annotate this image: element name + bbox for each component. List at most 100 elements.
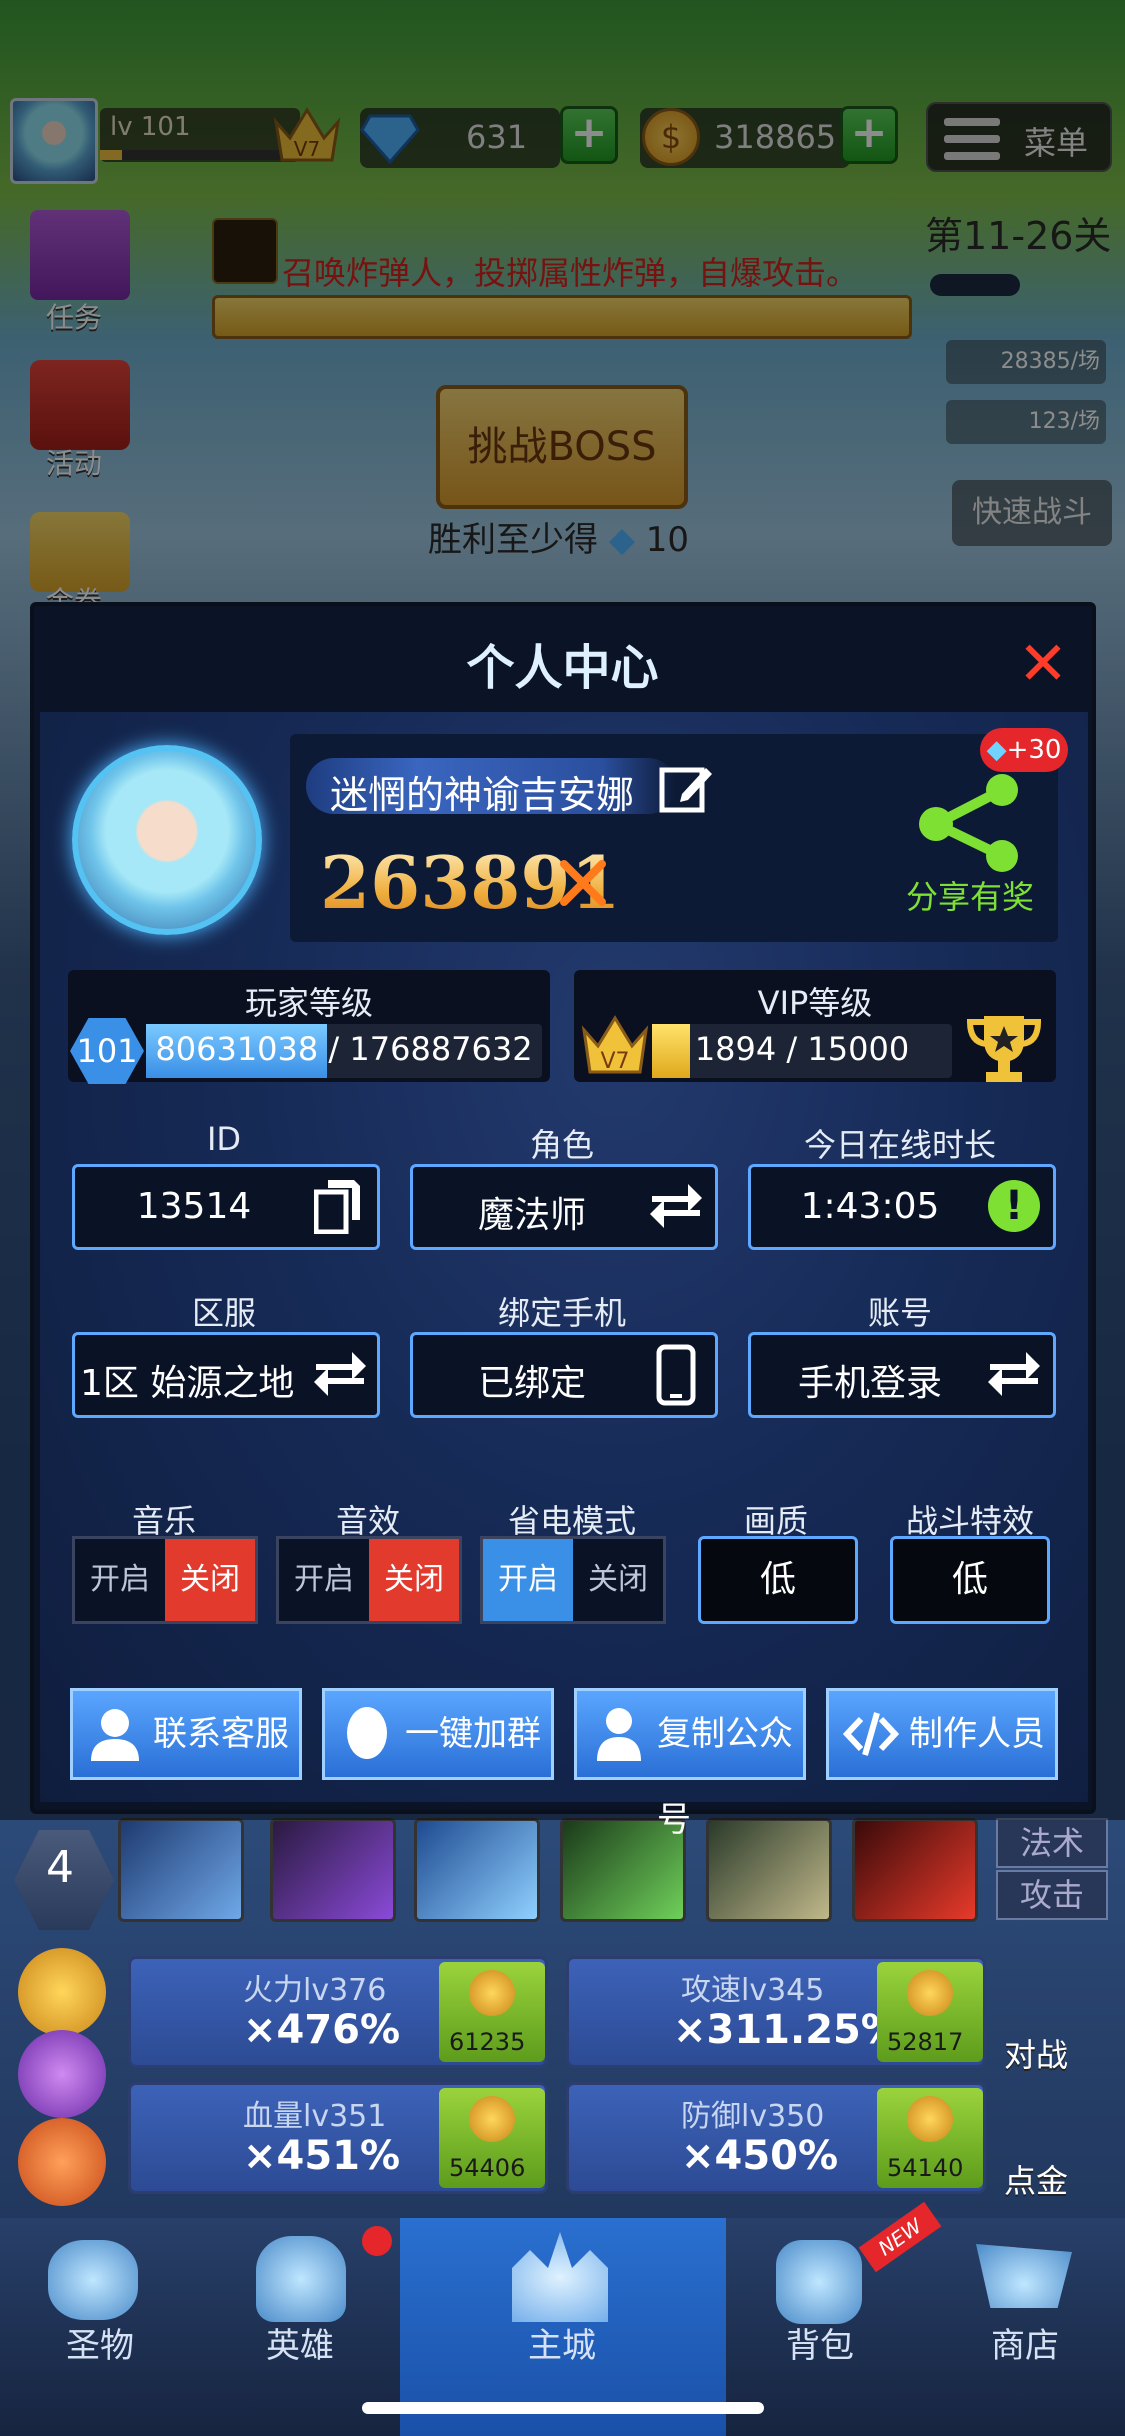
share-bonus-value: +30 (1006, 735, 1062, 765)
switch-server-icon[interactable] (312, 1348, 368, 1400)
notification-dot (362, 2226, 392, 2256)
profile-avatar[interactable] (72, 745, 262, 935)
upgrade-defense[interactable]: 防御lv350 ×450% 54140 (566, 2082, 986, 2194)
player-exp-text: 80631038 / 176887632 (155, 1030, 533, 1068)
contact-support-button[interactable]: 联系客服 (70, 1688, 302, 1780)
upgrade-firepower[interactable]: 火力lv376 ×476% 61235 (128, 1956, 548, 2068)
coin-icon (907, 1970, 953, 2016)
upgrade-cost: 54140 (887, 2154, 964, 2182)
trophy-icon (964, 1010, 1044, 1086)
role-value: 魔法师 (477, 1195, 586, 1236)
id-value: 13514 (136, 1186, 252, 1227)
gold-upgrade-icon[interactable] (18, 1948, 106, 2036)
contact-support-label: 联系客服 (153, 1714, 289, 1754)
skill-wind[interactable] (414, 1818, 540, 1922)
nav-shop[interactable]: 商店 (925, 2318, 1125, 2367)
skill-ice[interactable] (118, 1818, 244, 1922)
skill-fire[interactable] (852, 1818, 978, 1922)
clover-icon (48, 2240, 138, 2320)
join-group-label: 一键加群 (405, 1714, 541, 1754)
attack-tab[interactable]: 攻击 (996, 1870, 1108, 1920)
skill-earth[interactable] (706, 1818, 832, 1922)
skill-shadow[interactable] (270, 1818, 396, 1922)
crossed-swords-icon (558, 858, 608, 908)
upgrade-cost-button[interactable]: 54140 (877, 2088, 983, 2188)
nav-heroes[interactable]: 英雄 (200, 2318, 400, 2367)
player-level-title: 玩家等级 (244, 984, 373, 1022)
music-off[interactable]: 关闭 (165, 1539, 255, 1621)
nav-relics[interactable]: 圣物 (0, 2318, 200, 2367)
home-indicator[interactable] (362, 2402, 764, 2414)
player-name: 迷惘的神谕吉安娜 (330, 773, 635, 817)
upgrade-cost-button[interactable]: 61235 (439, 1962, 545, 2062)
nav-backpack[interactable]: 背包 (720, 2318, 920, 2367)
info-alert-icon[interactable]: ! (988, 1180, 1040, 1232)
phone-icon (656, 1344, 696, 1406)
share-icon[interactable] (916, 772, 1026, 872)
role-label: 角色 (529, 1126, 594, 1164)
sfx-on[interactable]: 开启 (279, 1539, 369, 1621)
upgrade-cost-button[interactable]: 54406 (439, 2088, 545, 2188)
upgrade-cost: 52817 (887, 2028, 964, 2056)
coin-icon (469, 1970, 515, 2016)
midas-side-button[interactable]: 点金 (1004, 2156, 1068, 2202)
spell-tab[interactable]: 法术 (996, 1818, 1108, 1868)
join-group-button[interactable]: 一键加群 (322, 1688, 554, 1780)
switch-role-icon[interactable] (648, 1180, 704, 1232)
id-label: ID (206, 1120, 242, 1158)
upgrade-value: ×311.25% (673, 2007, 901, 2053)
sfx-toggle[interactable]: 开启 关闭 (276, 1536, 462, 1624)
bind-phone-value: 已绑定 (477, 1363, 586, 1404)
skill-count: 4 (46, 1842, 74, 1893)
bind-phone-label: 绑定手机 (497, 1294, 626, 1332)
upgrade-name: 防御lv350 (681, 2099, 825, 2134)
share-label[interactable]: 分享有奖 (890, 872, 1050, 918)
backpack-icon (776, 2240, 862, 2324)
power-save-on[interactable]: 开启 (483, 1539, 573, 1621)
coin-icon (469, 2096, 515, 2142)
close-icon[interactable]: ✕ (1014, 634, 1072, 694)
upgrade-name: 火力lv376 (243, 1973, 387, 2008)
helmet-icon (256, 2236, 346, 2322)
vortex-icon[interactable] (18, 2030, 106, 2118)
server-value: 1区 始源之地 (80, 1363, 295, 1404)
upgrade-cost-button[interactable]: 52817 (877, 1962, 983, 2062)
support-agent-icon (87, 1705, 143, 1763)
power-save-off[interactable]: 关闭 (573, 1539, 663, 1621)
upgrade-name: 攻速lv345 (681, 1973, 825, 2008)
gem-icon-small: ◆ (986, 735, 1007, 765)
quality-select[interactable]: 低 (698, 1536, 858, 1624)
nav-main-city[interactable]: 主城 (462, 2318, 662, 2367)
coin-icon (907, 2096, 953, 2142)
online-time-label: 今日在线时长 (803, 1126, 996, 1164)
upgrade-attack-speed[interactable]: 攻速lv345 ×311.25% 52817 (566, 1956, 986, 2068)
penguin-icon (339, 1705, 395, 1763)
star-burst-icon[interactable] (18, 2118, 106, 2206)
copy-icon[interactable] (314, 1178, 362, 1234)
upgrade-health[interactable]: 血量lv351 ×451% 54406 (128, 2082, 548, 2194)
sfx-off[interactable]: 关闭 (369, 1539, 459, 1621)
music-toggle[interactable]: 开启 关闭 (72, 1536, 258, 1624)
copy-official-account-button[interactable]: 复制公众号 (574, 1688, 806, 1840)
vip-exp-text: 1894 / 15000 (694, 1030, 910, 1068)
credits-label: 制作人员 (909, 1714, 1045, 1754)
credits-button[interactable]: 制作人员 (826, 1688, 1058, 1780)
vip-crown-icon: V7 (580, 1012, 650, 1078)
vip-level-text: V7 (600, 1049, 629, 1074)
upgrade-value: ×450% (681, 2133, 839, 2179)
account-value: 手机登录 (797, 1363, 942, 1404)
upgrade-value: ×451% (243, 2133, 401, 2179)
share-bonus-badge: ◆+30 (980, 728, 1068, 772)
online-time-value: 1:43:05 (800, 1186, 940, 1227)
modal-title: 个人中心 (466, 640, 659, 696)
edit-icon[interactable] (658, 760, 714, 816)
effects-select[interactable]: 低 (890, 1536, 1050, 1624)
upgrade-value: ×476% (243, 2007, 401, 2053)
switch-account-icon[interactable] (986, 1348, 1042, 1400)
upgrade-cost: 54406 (449, 2154, 526, 2182)
power-save-toggle[interactable]: 开启 关闭 (480, 1536, 666, 1624)
music-on[interactable]: 开启 (75, 1539, 165, 1621)
battle-side-button[interactable]: 对战 (1004, 2030, 1068, 2076)
account-label: 账号 (867, 1294, 932, 1332)
upgrade-cost: 61235 (449, 2028, 526, 2056)
